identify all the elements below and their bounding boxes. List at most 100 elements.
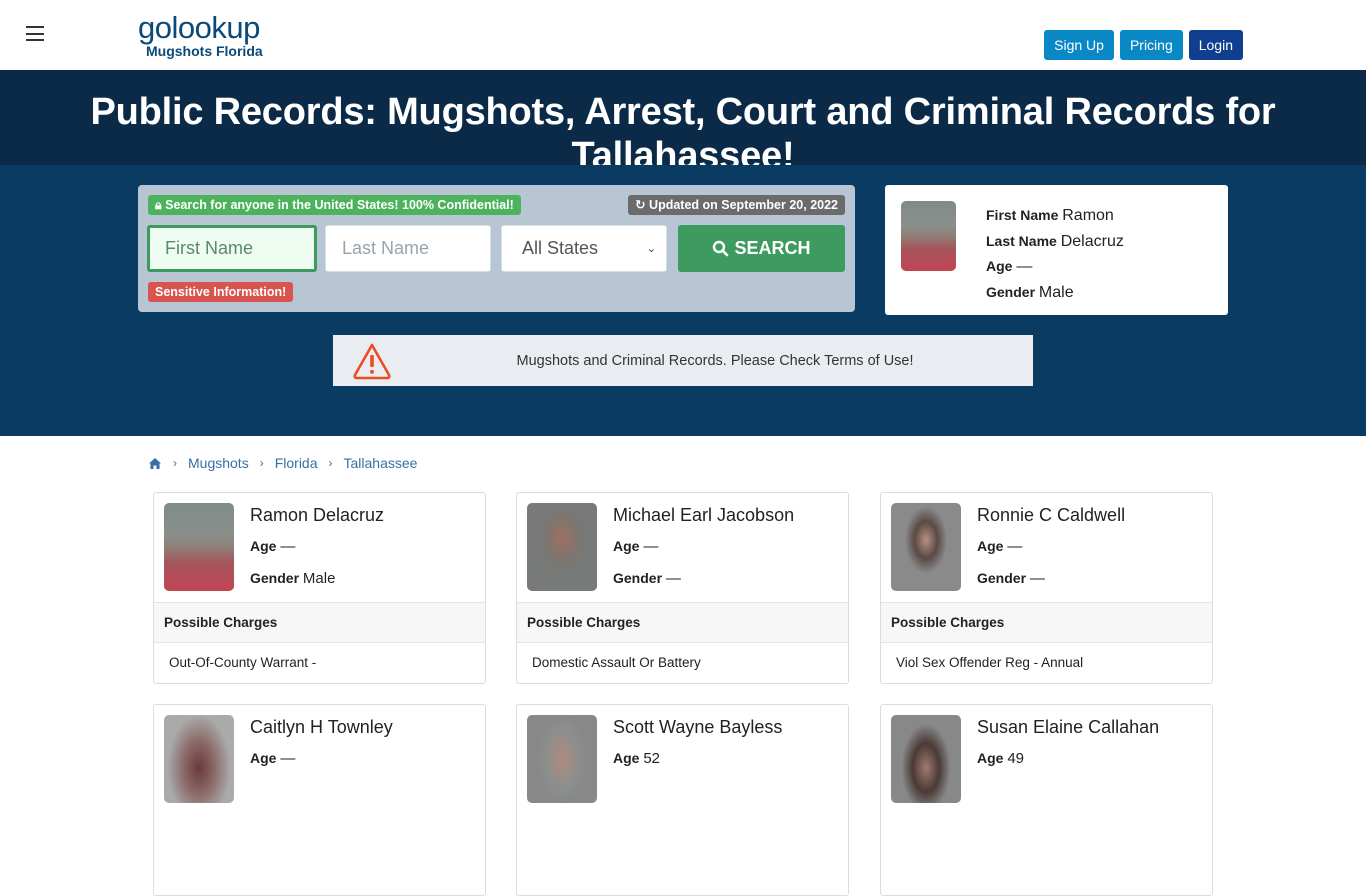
gender-value: — — [1029, 570, 1045, 587]
record-card-header: Michael Earl Jacobson Age — Gender — — [517, 493, 848, 602]
logo[interactable]: golookup Mugshots Florida — [138, 10, 263, 60]
record-card-header: Scott Wayne Bayless Age 52 — [517, 705, 848, 814]
profile-photo — [901, 201, 956, 271]
breadcrumb-tallahassee[interactable]: Tallahassee — [344, 455, 418, 471]
warning-icon — [353, 343, 391, 380]
age-label: Age — [250, 750, 277, 766]
age-value: — — [643, 538, 659, 555]
record-age: Age — — [977, 538, 1022, 555]
record-card-header: Susan Elaine Callahan Age 49 — [881, 705, 1212, 814]
mugshot-photo[interactable] — [164, 715, 234, 803]
first-name-label: First Name — [986, 207, 1059, 223]
age-label: Age — [977, 538, 1004, 554]
gender-value: — — [665, 570, 681, 587]
home-icon[interactable] — [148, 457, 162, 470]
gender-label: Gender — [613, 570, 663, 586]
gender-label: Gender — [986, 283, 1036, 300]
age-value: 49 — [1007, 750, 1025, 767]
record-name[interactable]: Ramon Delacruz — [250, 505, 384, 526]
last-name-label: Last Name — [986, 232, 1057, 249]
record-gender: Gender — — [977, 570, 1045, 587]
state-select-value: All States — [522, 238, 599, 258]
confidential-badge-text: Search for anyone in the United States! … — [165, 198, 514, 212]
possible-charges-header: Possible Charges — [517, 602, 848, 643]
record-gender: Gender Male — [250, 570, 335, 587]
mugshot-photo[interactable] — [527, 503, 597, 591]
age-value: — — [1016, 258, 1033, 275]
profile-gender-row: Gender Male — [986, 280, 1124, 306]
record-card[interactable]: Scott Wayne Bayless Age 52 — [516, 704, 849, 896]
logo-subtitle: Mugshots Florida — [146, 43, 263, 59]
notice-text: Mugshots and Criminal Records. Please Ch… — [516, 352, 914, 369]
mugshot-photo[interactable] — [164, 503, 234, 591]
hamburger-menu-icon[interactable] — [26, 26, 44, 41]
record-card-header: Caitlyn H Townley Age — — [154, 705, 485, 814]
possible-charges-header: Possible Charges — [881, 602, 1212, 643]
record-age: Age — — [613, 538, 658, 555]
terms-notice: Mugshots and Criminal Records. Please Ch… — [333, 335, 1033, 386]
search-icon — [713, 240, 729, 257]
pricing-button[interactable]: Pricing — [1119, 30, 1183, 60]
first-name-value: Ramon — [1062, 207, 1114, 224]
gender-value: Male — [302, 570, 336, 587]
search-form: 🔒︎ Search for anyone in the United State… — [138, 185, 855, 312]
chevron-right-icon: › — [259, 456, 264, 470]
record-card-header: Ronnie C Caldwell Age — Gender — — [881, 493, 1212, 602]
record-card[interactable]: Ramon Delacruz Age — Gender Male Possibl… — [153, 492, 486, 684]
profile-card[interactable]: First Name Ramon Last Name Delacruz Age … — [885, 185, 1228, 315]
breadcrumb-florida[interactable]: Florida — [275, 455, 318, 471]
record-name[interactable]: Scott Wayne Bayless — [613, 717, 782, 738]
record-age: Age 52 — [613, 750, 660, 767]
chevron-down-icon: ⌄ — [646, 243, 656, 255]
age-value: — — [280, 750, 296, 767]
record-card[interactable]: Ronnie C Caldwell Age — Gender — Possibl… — [880, 492, 1213, 684]
updated-badge: ↻ Updated on September 20, 2022 — [628, 195, 845, 215]
age-value: 52 — [643, 750, 661, 767]
record-card[interactable]: Caitlyn H Townley Age — — [153, 704, 486, 896]
last-name-value: Delacruz — [1060, 232, 1124, 250]
chevron-right-icon: › — [328, 456, 333, 470]
first-name-input[interactable] — [147, 225, 317, 272]
record-card-header: Ramon Delacruz Age — Gender Male — [154, 493, 485, 602]
search-band: 🔒︎ Search for anyone in the United State… — [0, 165, 1366, 436]
mugshot-photo[interactable] — [891, 503, 961, 591]
record-name[interactable]: Ronnie C Caldwell — [977, 505, 1125, 526]
charge-item: Viol Sex Offender Reg - Annual — [896, 655, 1084, 670]
hero-banner: Public Records: Mugshots, Arrest, Court … — [0, 71, 1366, 191]
age-label: Age — [977, 750, 1004, 766]
updated-badge-text: Updated on September 20, 2022 — [649, 198, 838, 212]
gender-value: Male — [1038, 283, 1074, 301]
search-button[interactable]: SEARCH — [678, 225, 845, 272]
gender-label: Gender — [977, 570, 1027, 586]
refresh-icon: ↻ — [635, 198, 646, 212]
state-select[interactable]: All States ⌄ — [501, 225, 667, 272]
breadcrumb-mugshots[interactable]: Mugshots — [188, 455, 249, 471]
age-value: — — [280, 538, 296, 555]
record-name[interactable]: Michael Earl Jacobson — [613, 505, 794, 526]
record-card[interactable]: Michael Earl Jacobson Age — Gender — Pos… — [516, 492, 849, 684]
record-card[interactable]: Susan Elaine Callahan Age 49 — [880, 704, 1213, 896]
sensitive-badge: Sensitive Information! — [148, 282, 294, 302]
logo-main: golookup — [138, 10, 260, 45]
charge-item: Domestic Assault Or Battery — [532, 655, 701, 670]
possible-charges-header: Possible Charges — [154, 602, 485, 643]
gender-label: Gender — [250, 570, 300, 586]
profile-last-name-row: Last Name Delacruz — [986, 229, 1124, 255]
lock-icon: 🔒︎ — [155, 198, 162, 212]
mugshot-photo[interactable] — [891, 715, 961, 803]
navbar: golookup Mugshots Florida Sign Up Pricin… — [0, 0, 1366, 71]
chevron-right-icon: › — [173, 456, 177, 470]
record-age: Age 49 — [977, 750, 1024, 767]
age-value: — — [1007, 538, 1023, 555]
mugshot-photo[interactable] — [527, 715, 597, 803]
search-button-label: SEARCH — [734, 238, 811, 258]
login-button[interactable]: Login — [1188, 30, 1243, 60]
record-name[interactable]: Susan Elaine Callahan — [977, 717, 1159, 738]
age-label: Age — [613, 538, 640, 554]
profile-fields: First Name Ramon Last Name Delacruz Age … — [986, 203, 1124, 305]
record-age: Age — — [250, 538, 295, 555]
charge-item: Out-Of-County Warrant - — [169, 655, 317, 670]
last-name-input[interactable] — [325, 225, 491, 272]
signup-button[interactable]: Sign Up — [1044, 30, 1114, 60]
record-name[interactable]: Caitlyn H Townley — [250, 717, 393, 738]
